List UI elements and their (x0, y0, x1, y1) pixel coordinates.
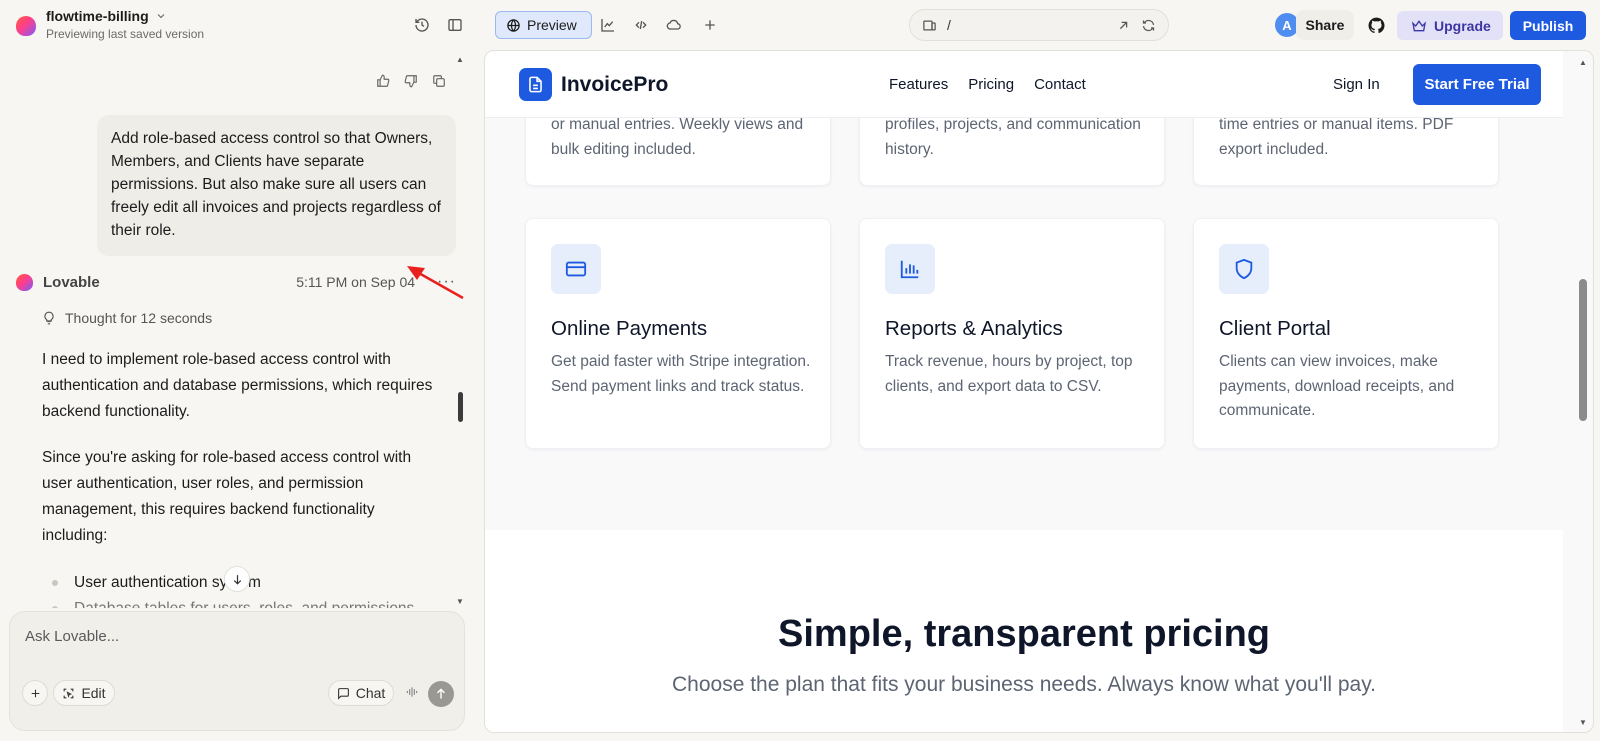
feature-card-desc: Get paid faster with Stripe integration.… (551, 353, 811, 395)
feature-card-desc: Clients can view invoices, make payments… (1219, 353, 1455, 419)
upgrade-button[interactable]: Upgrade (1397, 11, 1503, 40)
chevron-down-icon (157, 14, 165, 19)
history-icon[interactable] (411, 14, 433, 36)
feature-card: Client Portal Clients can view invoices,… (1193, 218, 1499, 449)
device-view-icon[interactable] (922, 18, 937, 33)
chat-input[interactable] (25, 628, 445, 658)
feature-card-title: Client Portal (1219, 317, 1331, 340)
chat-bubble-icon (337, 687, 349, 700)
visual-edit-icon (64, 688, 74, 698)
nav-link-pricing[interactable]: Pricing (968, 76, 1014, 93)
nav-link-contact[interactable]: Contact (1034, 76, 1086, 93)
thought-indicator[interactable]: Thought for 12 seconds (42, 310, 212, 326)
pricing-subtitle: Choose the plan that fits your business … (671, 673, 1376, 696)
preview-scroll-up-arrow[interactable]: ▲ (1579, 58, 1587, 67)
assistant-name: Lovable (43, 273, 100, 291)
user-message-bubble: Add role-based access control so that Ow… (97, 115, 456, 256)
more-options-icon[interactable]: ··· (437, 273, 456, 291)
url-path[interactable]: / (947, 17, 1106, 33)
preview-tab[interactable]: Preview (495, 11, 592, 39)
scroll-to-bottom-button[interactable] (224, 566, 250, 592)
assistant-paragraph: Since you're asking for role-based acces… (42, 449, 412, 544)
start-trial-button[interactable]: Start Free Trial (1413, 64, 1541, 105)
thumbs-down-icon[interactable] (404, 74, 418, 88)
thumbs-up-icon[interactable] (376, 74, 390, 88)
publish-button[interactable]: Publish (1510, 11, 1586, 40)
chat-scrollbar-thumb[interactable] (458, 392, 463, 422)
invoice-logo-icon[interactable] (519, 68, 552, 101)
copy-icon[interactable] (432, 74, 446, 88)
nav-link-features[interactable]: Features (889, 76, 948, 93)
crown-icon (1411, 19, 1427, 31)
open-external-icon[interactable] (1116, 18, 1131, 33)
voice-input-icon[interactable] (405, 685, 419, 704)
add-tab-icon[interactable] (699, 14, 721, 36)
github-icon[interactable] (1362, 11, 1390, 39)
upgrade-label: Upgrade (1434, 17, 1491, 34)
assistant-message-header: Lovable 5:11 PM on Sep 04 ··· (16, 270, 456, 294)
feature-card: Reports & Analytics Track revenue, hours… (859, 218, 1165, 449)
feature-card-desc: profiles, projects, and communication hi… (885, 116, 1141, 158)
feature-card-title: Reports & Analytics (885, 317, 1063, 340)
site-brand[interactable]: InvoicePro (561, 73, 668, 97)
lovable-logo-icon (16, 273, 33, 291)
feature-card-desc: Track revenue, hours by project, top cli… (885, 353, 1133, 395)
chat-composer: Edit Chat (9, 611, 465, 731)
lightbulb-icon (44, 311, 54, 325)
plus-icon (31, 689, 39, 697)
chat-scroll-up-arrow[interactable]: ▲ (456, 55, 464, 64)
sidebar-toggle-icon[interactable] (444, 14, 466, 36)
project-switcher[interactable]: flowtime-billing Previewing last saved v… (16, 8, 204, 41)
arrow-down-icon (233, 574, 241, 585)
preview-url-bar[interactable]: / (909, 9, 1169, 41)
feature-card-title: Online Payments (551, 317, 708, 340)
preview-scroll-down-arrow[interactable]: ▼ (1579, 718, 1587, 727)
pricing-title: Simple, transparent pricing (778, 613, 1270, 655)
assistant-paragraph: I need to implement role-based access co… (42, 351, 433, 420)
send-button[interactable] (428, 681, 454, 707)
top-bar: flowtime-billing Previewing last saved v… (0, 0, 1600, 50)
code-icon[interactable] (630, 14, 652, 36)
project-name: flowtime-billing (46, 8, 149, 24)
site-navbar: InvoicePro Features Pricing Contact Sign… (485, 51, 1563, 118)
globe-icon (507, 18, 520, 32)
feature-card: Online Payments Get paid faster with Str… (525, 218, 831, 449)
lovable-logo-icon (16, 16, 36, 36)
refresh-icon[interactable] (1141, 18, 1156, 33)
chat-mode-button[interactable]: Chat (328, 680, 394, 706)
chat-scroll-down-arrow[interactable]: ▼ (456, 597, 464, 606)
shield-icon (1219, 244, 1269, 294)
list-item: Database tables for users, roles, and pe… (52, 596, 442, 608)
share-button[interactable]: Share (1296, 10, 1354, 40)
preview-frame: or manual entries. Weekly views and bulk… (484, 50, 1594, 733)
preview-scrollbar-thumb[interactable] (1579, 279, 1587, 421)
feature-card-desc: or manual entries. Weekly views and bulk… (551, 116, 804, 158)
preview-label: Preview (527, 17, 577, 33)
analytics-icon[interactable] (597, 14, 619, 36)
arrow-up-icon (437, 688, 445, 699)
message-timestamp: 5:11 PM on Sep 04 (296, 274, 416, 290)
pricing-section: Simple, transparent pricing Choose the p… (485, 530, 1563, 732)
bar-chart-icon (885, 244, 935, 294)
credit-card-icon (551, 244, 601, 294)
edit-label: Edit (81, 685, 106, 701)
feature-card-desc: time entries or manual items. PDF export… (1219, 116, 1454, 158)
edit-button[interactable]: Edit (53, 680, 115, 706)
attach-button[interactable] (22, 680, 48, 706)
project-subtitle: Previewing last saved version (46, 27, 205, 41)
sign-in-link[interactable]: Sign In (1333, 76, 1380, 93)
thought-label: Thought for 12 seconds (65, 310, 213, 326)
chat-label: Chat (355, 685, 386, 701)
chat-panel: ▲ Add role-based access control so that … (0, 50, 484, 741)
cloud-icon[interactable] (663, 14, 685, 36)
